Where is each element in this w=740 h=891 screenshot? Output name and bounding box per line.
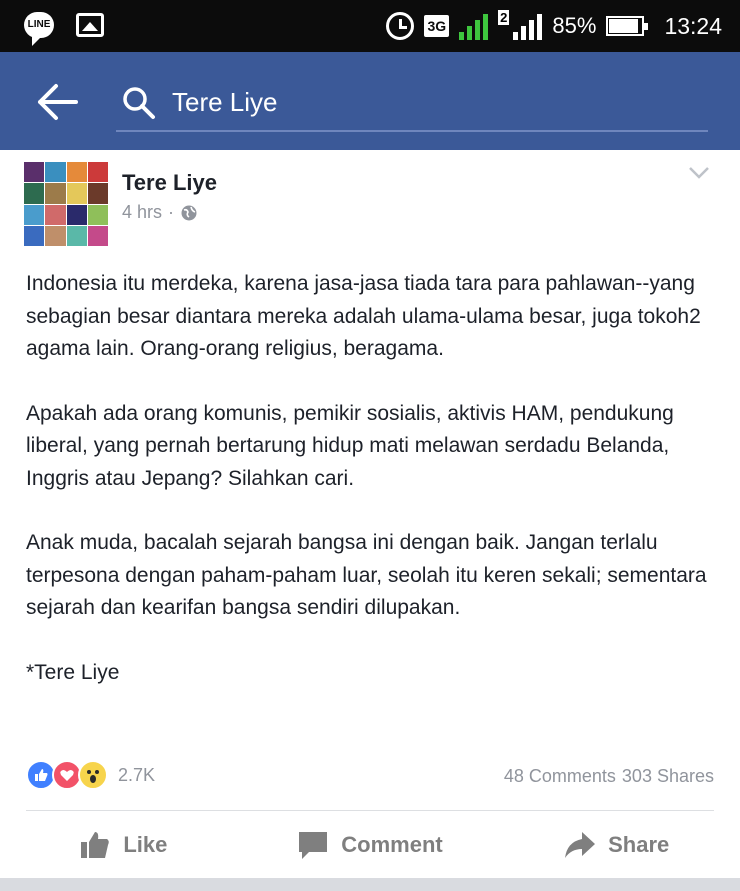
battery-icon <box>606 16 649 36</box>
like-label: Like <box>123 832 168 857</box>
back-arrow-icon <box>38 84 78 120</box>
post-paragraph: Indonesia itu merdeka, karena jasa-jasa … <box>26 272 701 360</box>
divider <box>26 810 714 811</box>
shares-count[interactable]: 303 Shares <box>622 766 714 787</box>
share-label: Share <box>608 832 670 857</box>
meta-separator: · <box>168 202 175 222</box>
network-type: 3G <box>424 15 450 37</box>
signal-strength-sim1 <box>459 12 489 40</box>
wow-reaction-icon <box>78 760 108 790</box>
post-signature: *Tere Liye <box>26 660 120 684</box>
globe-icon <box>181 205 197 220</box>
share-button[interactable]: Share <box>493 812 740 878</box>
battery-percent: 85% <box>552 13 597 38</box>
share-arrow-icon <box>565 832 596 858</box>
author-name[interactable]: Tere Liye <box>122 170 217 196</box>
post-actions: Like Comment Share <box>0 812 740 878</box>
comment-button[interactable]: Comment <box>247 812 494 878</box>
line-label: LINE <box>27 19 51 30</box>
like-button[interactable]: Like <box>0 812 247 878</box>
clock: 13:24 <box>664 12 722 39</box>
post-body: Indonesia itu merdeka, karena jasa-jasa … <box>26 268 716 721</box>
post-paragraph: Anak muda, bacalah sejarah bangsa ini de… <box>26 531 707 619</box>
post-meta: 4 hrs · <box>122 202 198 223</box>
comment-label: Comment <box>341 832 443 857</box>
search-icon <box>123 87 155 119</box>
comment-icon <box>299 832 328 859</box>
thumbs-up-icon <box>81 832 110 858</box>
feed-background <box>0 878 740 891</box>
photo-icon <box>76 13 104 37</box>
line-app-icon: LINE <box>24 12 54 46</box>
back-button[interactable] <box>36 82 80 122</box>
search-input[interactable] <box>172 82 692 122</box>
app-bar <box>0 52 740 150</box>
status-bar: LINE 3G 2 85% 13:24 <box>0 0 740 52</box>
chevron-down-icon[interactable] <box>688 166 710 180</box>
avatar[interactable] <box>24 162 108 246</box>
comments-count[interactable]: 48 Comments <box>504 766 616 787</box>
post-paragraph: Apakah ada orang komunis, pemikir sosial… <box>26 401 674 490</box>
sim2-label: 2 <box>498 10 510 25</box>
alarm-icon <box>386 12 415 40</box>
post-stats: 48 Comments 303 Shares <box>504 766 714 787</box>
search-box[interactable] <box>116 74 708 132</box>
reaction-count: 2.7K <box>118 764 156 785</box>
post-card: Tere Liye 4 hrs · Indonesia itu merdeka,… <box>0 150 740 878</box>
signal-strength-sim2 <box>513 12 543 40</box>
post-time[interactable]: 4 hrs <box>122 202 162 223</box>
reactions-summary[interactable]: 2.7K <box>26 760 155 790</box>
